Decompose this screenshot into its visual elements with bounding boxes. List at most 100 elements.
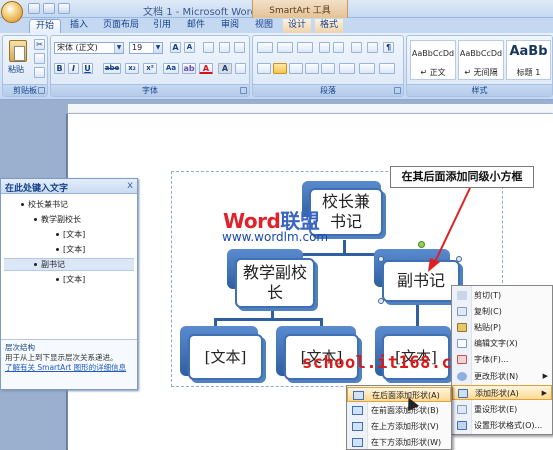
text-pane-item[interactable]: [文本] <box>56 229 85 240</box>
submenu-arrow-icon: ▶ <box>541 389 547 397</box>
context-menu-item-edit-text[interactable]: 编辑文字(X) <box>452 336 552 351</box>
tab-home[interactable]: 开始 <box>29 19 61 33</box>
reset-shape-icon <box>457 405 467 414</box>
font-launcher-icon[interactable] <box>240 87 247 94</box>
tab-view[interactable]: 视图 <box>251 19 277 33</box>
text-pane-item-selected[interactable]: 副书记 <box>4 258 134 271</box>
paste-icon[interactable] <box>9 40 27 62</box>
copy-icon[interactable] <box>34 53 45 64</box>
style-name: ↵ 无间隔 <box>464 68 498 77</box>
align-right-icon[interactable] <box>289 63 303 74</box>
superscript-button[interactable]: x² <box>143 63 157 74</box>
close-icon[interactable]: x <box>127 180 133 191</box>
text-pane-item[interactable]: [文本] <box>56 244 85 255</box>
text-pane-item[interactable]: [文本] <box>56 274 85 285</box>
char-border-icon[interactable] <box>234 42 245 53</box>
text-pane-item[interactable]: 校长兼书记 <box>21 199 68 210</box>
menu-item-label: 复制(C) <box>474 307 502 316</box>
multilevel-list-icon[interactable] <box>297 42 313 53</box>
context-menu-item-change-shape[interactable]: 更改形状(N) ▶ <box>452 369 552 384</box>
borders-icon[interactable] <box>379 63 395 74</box>
highlight-button[interactable]: ab <box>182 63 196 74</box>
underline-button[interactable]: U <box>82 63 93 74</box>
resize-handle[interactable] <box>378 256 384 262</box>
context-menu-item-font[interactable]: 字体(F)... <box>452 352 552 367</box>
tab-design[interactable]: 设计 <box>283 19 311 33</box>
add-above-icon <box>352 422 363 431</box>
phonetic-guide-icon[interactable] <box>219 42 230 53</box>
context-menu-item-cut[interactable]: 剪切(T) <box>452 288 552 303</box>
text-pane-title: 在此处键入文字 <box>5 184 69 194</box>
save-icon[interactable] <box>28 3 40 14</box>
smartart-box-root[interactable]: 校长兼书记 <box>309 188 383 236</box>
bullet-icon <box>34 218 37 221</box>
context-menu-item-format-shape[interactable]: 设置形状格式(O)... <box>452 418 552 433</box>
tab-format[interactable]: 格式 <box>315 19 343 33</box>
format-painter-icon[interactable] <box>34 67 45 78</box>
clipboard-group: 粘贴 ✂ 剪贴板 <box>2 35 48 97</box>
submenu-item-add-below[interactable]: 在下方添加形状(W) <box>347 435 451 450</box>
clear-format-icon[interactable] <box>203 42 214 53</box>
italic-button[interactable]: I <box>68 63 79 74</box>
tab-page-layout[interactable]: 页面布局 <box>99 19 143 33</box>
style-normal[interactable]: AaBbCcDd ↵ 正文 <box>410 40 456 80</box>
shading-icon[interactable] <box>359 63 375 74</box>
bold-button[interactable]: B <box>54 63 65 74</box>
strikethrough-button[interactable]: abe <box>103 63 121 74</box>
learn-more-link[interactable]: 了解有关 SmartArt 图形的详细信息 <box>5 363 133 373</box>
cut-icon[interactable]: ✂ <box>34 39 45 50</box>
context-menu-item-paste[interactable]: 粘贴(P) <box>452 320 552 335</box>
smartart-box-child1[interactable]: 教学副校长 <box>235 258 315 308</box>
bullets-icon[interactable] <box>257 42 273 53</box>
office-button[interactable] <box>1 1 23 23</box>
sort-icon[interactable] <box>367 42 378 53</box>
font-name-select[interactable]: 宋体 (正文) ▼ <box>54 42 124 54</box>
align-left-icon[interactable] <box>257 63 271 74</box>
distribute-icon[interactable] <box>321 63 335 74</box>
smartart-tools-label: SmartArt 工具 <box>252 0 348 18</box>
font-size-select[interactable]: 19 ▼ <box>129 42 163 54</box>
submenu-item-add-before[interactable]: 在前面添加形状(B) <box>347 403 451 418</box>
shrink-font-button[interactable]: A <box>184 42 195 53</box>
horizontal-ruler[interactable] <box>68 104 553 114</box>
context-menu-item-reset-shape[interactable]: 重设形状(E) <box>452 402 552 417</box>
paragraph-launcher-icon[interactable] <box>394 87 401 94</box>
line-spacing-icon[interactable] <box>339 63 355 74</box>
numbering-icon[interactable] <box>277 42 293 53</box>
resize-handle[interactable] <box>378 298 384 304</box>
tab-references[interactable]: 引用 <box>148 19 176 33</box>
show-marks-icon[interactable]: ¶ <box>383 42 394 53</box>
justify-icon[interactable] <box>305 63 319 74</box>
submenu-item-add-after[interactable]: 在后面添加形状(A) <box>347 387 451 402</box>
context-menu-item-copy[interactable]: 复制(C) <box>452 304 552 319</box>
font-color-button[interactable]: A <box>199 63 213 74</box>
tab-mailings[interactable]: 邮件 <box>182 19 210 33</box>
tab-insert[interactable]: 插入 <box>65 19 93 33</box>
context-menu-item-add-shape[interactable]: 添加形状(A) ▶ <box>452 385 552 400</box>
font-group-label: 字体 <box>51 84 249 96</box>
smartart-box-leaf1[interactable]: [文本] <box>188 334 263 380</box>
decrease-indent-icon[interactable] <box>319 42 330 53</box>
change-case-button[interactable]: Aa <box>163 63 179 74</box>
align-center-icon[interactable] <box>273 63 287 74</box>
tab-review[interactable]: 审阅 <box>216 19 244 33</box>
increase-indent-icon[interactable] <box>333 42 344 53</box>
copy-icon <box>457 307 467 316</box>
style-no-spacing[interactable]: AaBbCcDd ↵ 无间隔 <box>458 40 504 80</box>
menu-item-label: 编辑文字(X) <box>474 339 518 348</box>
chinese-layout-icon[interactable] <box>351 42 362 53</box>
menu-item-label: 设置形状格式(O)... <box>474 421 543 430</box>
subscript-button[interactable]: x₂ <box>125 63 139 74</box>
clipboard-launcher-icon[interactable] <box>38 87 45 94</box>
grow-font-button[interactable]: A <box>170 42 181 53</box>
submenu-item-add-above[interactable]: 在上方添加形状(V) <box>347 419 451 434</box>
font-group: 宋体 (正文) ▼ 19 ▼ A A B I U abe x₂ x² Aa ab… <box>50 35 250 97</box>
style-heading-1[interactable]: AaBb 标题 1 <box>506 40 551 80</box>
enclose-char-icon[interactable] <box>235 63 246 74</box>
menu-item-label: 字体(F)... <box>474 355 509 364</box>
add-after-icon <box>353 391 364 400</box>
add-shape-submenu: 在后面添加形状(A) 在前面添加形状(B) 在上方添加形状(V) 在下方添加形状… <box>346 385 452 450</box>
char-shading-button[interactable]: A <box>218 63 232 74</box>
text-pane-item[interactable]: 教学副校长 <box>34 214 81 225</box>
paste-button-label[interactable]: 粘贴 <box>8 64 24 75</box>
